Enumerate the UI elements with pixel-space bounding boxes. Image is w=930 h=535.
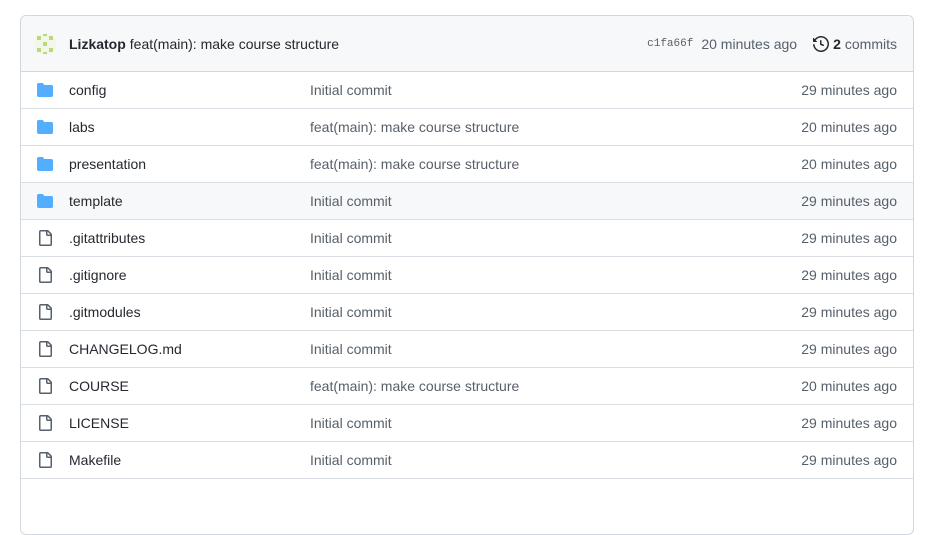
file-name-link[interactable]: .gitmodules bbox=[69, 304, 310, 320]
file-commit-age: 29 minutes ago bbox=[801, 415, 897, 431]
file-icon bbox=[37, 415, 53, 431]
file-commit-message-link[interactable]: Initial commit bbox=[310, 304, 793, 320]
commit-sha-link[interactable]: c1fa66f bbox=[647, 38, 693, 50]
file-commit-age: 29 minutes ago bbox=[801, 267, 897, 283]
commit-message-link[interactable]: feat(main): make course structure bbox=[130, 36, 339, 52]
file-commit-age: 29 minutes ago bbox=[801, 82, 897, 98]
file-commit-age: 20 minutes ago bbox=[801, 119, 897, 135]
folder-icon bbox=[37, 156, 53, 172]
file-row[interactable]: Makefile Initial commit 29 minutes ago bbox=[21, 442, 913, 479]
file-commit-age: 20 minutes ago bbox=[801, 156, 897, 172]
file-commit-age: 29 minutes ago bbox=[801, 230, 897, 246]
file-commit-age: 20 minutes ago bbox=[801, 378, 897, 394]
file-row[interactable]: .gitmodules Initial commit 29 minutes ago bbox=[21, 294, 913, 331]
file-commit-age: 29 minutes ago bbox=[801, 341, 897, 357]
file-browser: Lizkatop feat(main): make course structu… bbox=[20, 15, 914, 535]
file-icon bbox=[37, 304, 53, 320]
commit-author-link[interactable]: Lizkatop bbox=[69, 36, 126, 52]
commit-history-link[interactable]: 2 commits bbox=[813, 36, 897, 52]
file-name-link[interactable]: .gitignore bbox=[69, 267, 310, 283]
file-commit-message-link[interactable]: feat(main): make course structure bbox=[310, 378, 793, 394]
commit-count-label: commits bbox=[844, 35, 897, 52]
folder-icon bbox=[37, 82, 53, 98]
file-row[interactable]: .gitignore Initial commit 29 minutes ago bbox=[21, 257, 913, 294]
file-icon bbox=[37, 230, 53, 246]
file-list: config Initial commit 29 minutes ago labs fe… bbox=[21, 72, 913, 479]
file-commit-age: 29 minutes ago bbox=[801, 304, 897, 320]
file-commit-message-link[interactable]: Initial commit bbox=[310, 230, 793, 246]
file-name-link[interactable]: CHANGELOG.md bbox=[69, 341, 310, 357]
file-commit-message-link[interactable]: Initial commit bbox=[310, 82, 793, 98]
file-name-link[interactable]: template bbox=[69, 193, 310, 209]
folder-icon bbox=[37, 119, 53, 135]
latest-commit-bar: Lizkatop feat(main): make course structu… bbox=[21, 16, 913, 72]
file-row[interactable]: template Initial commit 29 minutes ago bbox=[21, 183, 913, 220]
file-name-link[interactable]: LICENSE bbox=[69, 415, 310, 431]
file-row[interactable]: config Initial commit 29 minutes ago bbox=[21, 72, 913, 109]
file-commit-age: 29 minutes ago bbox=[801, 193, 897, 209]
file-name-link[interactable]: presentation bbox=[69, 156, 310, 172]
file-commit-message-link[interactable]: Initial commit bbox=[310, 193, 793, 209]
commit-count: 2 bbox=[833, 35, 841, 52]
file-row[interactable]: CHANGELOG.md Initial commit 29 minutes ago bbox=[21, 331, 913, 368]
file-row[interactable]: presentation feat(main): make course stru… bbox=[21, 146, 913, 183]
file-icon bbox=[37, 378, 53, 394]
file-name-link[interactable]: labs bbox=[69, 119, 310, 135]
folder-icon bbox=[37, 193, 53, 209]
history-icon bbox=[813, 35, 830, 52]
file-row[interactable]: COURSE feat(main): make course structure 2… bbox=[21, 368, 913, 405]
file-name-link[interactable]: .gitattributes bbox=[69, 230, 310, 246]
file-commit-message-link[interactable]: feat(main): make course structure bbox=[310, 156, 793, 172]
file-icon bbox=[37, 452, 53, 468]
avatar[interactable] bbox=[33, 32, 57, 56]
file-icon bbox=[37, 341, 53, 357]
file-commit-message-link[interactable]: feat(main): make course structure bbox=[310, 119, 793, 135]
file-row[interactable]: labs feat(main): make course structure 20 … bbox=[21, 109, 913, 146]
file-commit-age: 29 minutes ago bbox=[801, 452, 897, 468]
file-commit-message-link[interactable]: Initial commit bbox=[310, 341, 793, 357]
file-icon bbox=[37, 267, 53, 283]
file-commit-message-link[interactable]: Initial commit bbox=[310, 452, 793, 468]
file-name-link[interactable]: Makefile bbox=[69, 452, 310, 468]
file-row[interactable]: LICENSE Initial commit 29 minutes ago bbox=[21, 405, 913, 442]
file-name-link[interactable]: COURSE bbox=[69, 378, 310, 394]
file-commit-message-link[interactable]: Initial commit bbox=[310, 267, 793, 283]
file-commit-message-link[interactable]: Initial commit bbox=[310, 415, 793, 431]
file-name-link[interactable]: config bbox=[69, 82, 310, 98]
commit-age: 20 minutes ago bbox=[701, 35, 798, 52]
file-row[interactable]: .gitattributes Initial commit 29 minutes a… bbox=[21, 220, 913, 257]
